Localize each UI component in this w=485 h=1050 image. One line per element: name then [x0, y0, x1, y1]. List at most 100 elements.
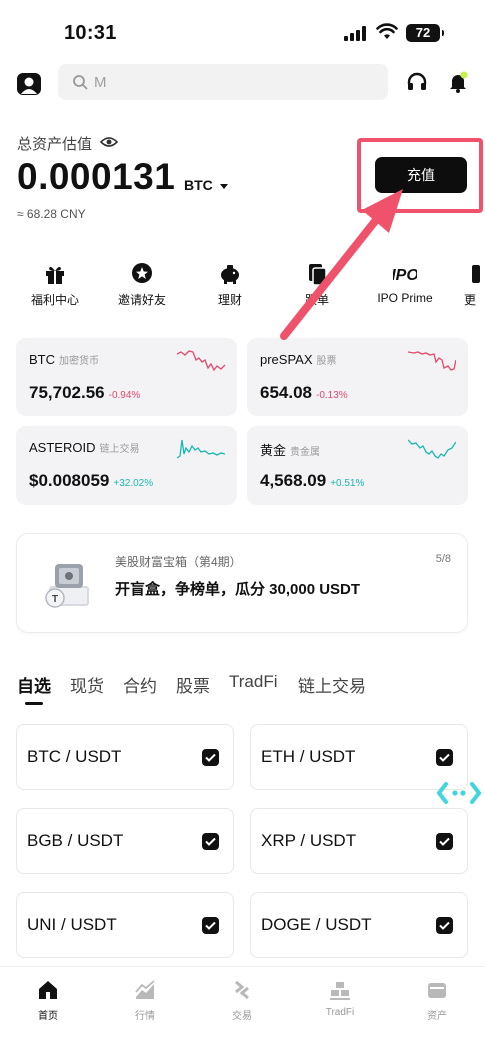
nav-tradfi[interactable]: TradFi: [310, 979, 370, 1018]
tab-underline: [25, 702, 43, 705]
quick-action-label: 福利中心: [30, 293, 79, 307]
deposit-button[interactable]: 充值: [375, 157, 467, 193]
nav-label: 首页: [38, 1011, 58, 1022]
quick-action-copy-trade[interactable]: 跟单: [277, 262, 357, 308]
checkbox-checked-icon[interactable]: [202, 917, 219, 934]
checkbox-checked-icon[interactable]: [436, 749, 453, 766]
sparkline-chart: [408, 439, 456, 459]
promo-page-indicator: 5/8: [435, 553, 451, 565]
nav-assets[interactable]: 资产: [407, 979, 467, 1022]
quick-action-label: IPO Prime: [377, 291, 433, 305]
market-card-asteroid[interactable]: ASTEROID 链上交易 $0.008059 +32.02%: [16, 426, 237, 505]
card-price: 4,568.09: [260, 471, 327, 490]
quick-action-more[interactable]: 更: [440, 262, 485, 308]
wifi-icon: [376, 23, 398, 39]
card-change: -0.13%: [316, 390, 348, 401]
promo-main-text: 开盲盒，争榜单，瓜分 30,000 USDT: [115, 581, 361, 598]
tab-stocks[interactable]: 股票: [176, 672, 210, 697]
gift-icon: [46, 266, 64, 284]
tab-favorites[interactable]: 自选: [17, 672, 51, 697]
quick-action-label: 邀请好友: [117, 293, 166, 307]
piggy-bank-icon: [221, 265, 239, 284]
more-icon: [472, 265, 480, 283]
quick-action-label: 理财: [217, 293, 242, 307]
status-bar: 10:31 72: [0, 0, 485, 62]
copy-trade-icon: [309, 264, 327, 286]
nav-market[interactable]: 行情: [115, 979, 175, 1022]
quick-actions: 福利中心 邀请好友 理财 跟单 IPO IPO Prime 更: [0, 262, 485, 312]
quick-action-welfare[interactable]: 福利中心: [15, 262, 95, 308]
card-tag: 贵金属: [290, 447, 321, 458]
card-change: -0.94%: [108, 390, 141, 401]
pair-card[interactable]: DOGE / USDT: [250, 892, 468, 958]
svg-text:IPO: IPO: [393, 267, 417, 284]
pair-label: XRP / USDT: [261, 831, 357, 850]
promo-banner[interactable]: T 美股财富宝箱（第4期） 开盲盒，争榜单，瓜分 30,000 USDT 5/8: [16, 533, 468, 633]
pair-card[interactable]: BTC / USDT: [16, 724, 234, 790]
market-card-gold[interactable]: 黄金 贵金属 4,568.09 +0.51%: [247, 426, 468, 505]
market-card-btc[interactable]: BTC 加密货币 75,702.56 -0.94%: [16, 338, 237, 416]
card-name: preSPAX: [260, 352, 313, 367]
search-input[interactable]: [94, 64, 374, 100]
pair-label: UNI / USDT: [27, 915, 117, 934]
checkbox-checked-icon[interactable]: [202, 749, 219, 766]
quick-action-finance[interactable]: 理财: [190, 262, 270, 308]
pair-card[interactable]: BGB / USDT: [16, 808, 234, 874]
promo-title: 美股财富宝箱（第4期）: [115, 555, 242, 569]
pair-label: ETH / USDT: [261, 747, 356, 766]
market-icon: [135, 980, 155, 999]
asset-unit-selector[interactable]: BTC: [184, 177, 213, 193]
card-change: +32.02%: [113, 478, 154, 489]
nav-label: 交易: [232, 1011, 252, 1022]
treasure-box-icon: T: [45, 564, 89, 608]
pair-card[interactable]: XRP / USDT: [250, 808, 468, 874]
checkbox-checked-icon[interactable]: [436, 833, 453, 850]
status-time: 10:31: [64, 22, 117, 44]
sparkline-chart: [177, 439, 225, 459]
pair-label: BTC / USDT: [27, 747, 122, 766]
tab-spot[interactable]: 现货: [70, 672, 104, 697]
search-bar[interactable]: [58, 64, 388, 100]
eye-icon[interactable]: [100, 135, 118, 149]
nav-label: 资产: [427, 1011, 447, 1022]
tab-futures[interactable]: 合约: [123, 672, 157, 697]
wallet-icon: [428, 983, 446, 998]
sparkline-chart: [408, 351, 456, 371]
bell-icon[interactable]: [446, 70, 470, 94]
card-price: 654.08: [260, 383, 312, 402]
card-tag: 加密货币: [59, 356, 99, 367]
bottom-nav: 首页 行情 交易 TradFi 资产: [0, 966, 485, 1050]
asset-value: 0.000131: [17, 156, 176, 197]
quick-action-invite[interactable]: 邀请好友: [102, 262, 182, 308]
pair-label: DOGE / USDT: [261, 915, 372, 934]
tab-onchain[interactable]: 链上交易: [298, 672, 366, 697]
checkbox-checked-icon[interactable]: [436, 917, 453, 934]
quick-action-ipo[interactable]: IPO IPO Prime: [365, 262, 445, 305]
invite-icon: [132, 263, 152, 283]
ipo-icon: IPO: [393, 267, 417, 284]
quick-action-label: 跟单: [304, 293, 329, 307]
card-name: BTC: [29, 352, 55, 367]
card-price: 75,702.56: [29, 383, 105, 402]
tab-tradfi[interactable]: TradFi: [229, 672, 278, 692]
headset-icon[interactable]: [405, 70, 429, 94]
home-icon: [39, 981, 57, 999]
floating-assistant-icon[interactable]: [436, 780, 482, 806]
trade-icon: [235, 980, 249, 1000]
chevron-down-icon[interactable]: [220, 184, 228, 189]
sparkline-chart: [177, 350, 225, 372]
nav-label: 行情: [135, 1011, 155, 1022]
card-tag: 链上交易: [99, 444, 140, 455]
market-card-prespax[interactable]: preSPAX 股票 654.08 -0.13%: [247, 338, 468, 416]
avatar-icon[interactable]: [16, 70, 42, 96]
card-name: 黄金: [260, 443, 287, 458]
pair-card[interactable]: UNI / USDT: [16, 892, 234, 958]
nav-label: TradFi: [325, 1007, 355, 1018]
battery-icon: 72: [406, 24, 444, 42]
checkbox-checked-icon[interactable]: [202, 833, 219, 850]
top-nav: [0, 62, 485, 104]
card-change: +0.51%: [330, 478, 365, 489]
nav-trade[interactable]: 交易: [212, 979, 272, 1022]
nav-home[interactable]: 首页: [18, 979, 78, 1022]
tradfi-icon: [330, 982, 350, 1000]
